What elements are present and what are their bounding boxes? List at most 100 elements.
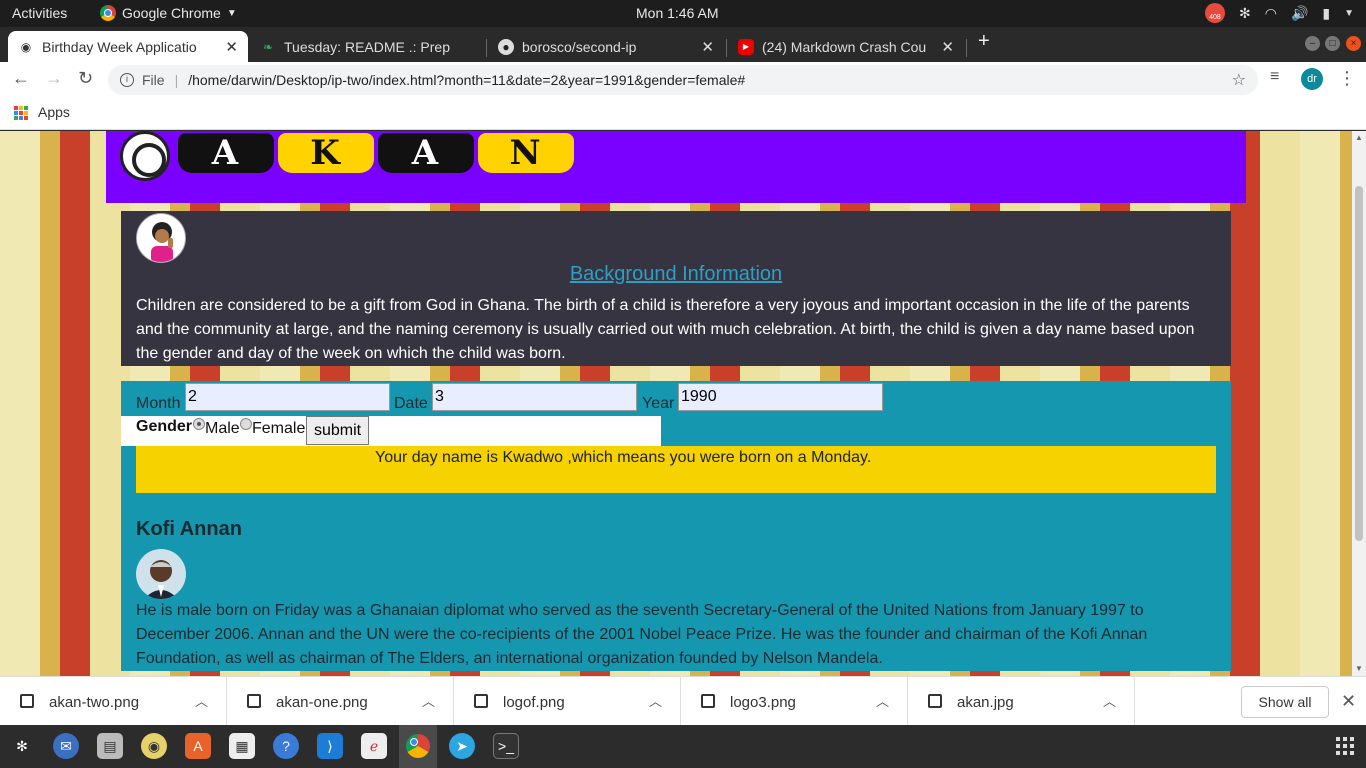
slack-icon[interactable]: ✻ (9, 733, 35, 759)
files-icon[interactable]: ▤ (97, 733, 123, 759)
browser-toolbar: ← → ↻ i File | /home/darwin/Desktop/ip-t… (0, 62, 1366, 96)
tab-title: Birthday Week Applicatio (42, 38, 197, 55)
new-tab-button[interactable]: + (978, 30, 990, 53)
tab-readme[interactable]: ❧ Tuesday: README .: Prep (250, 31, 486, 62)
software-center-icon[interactable]: A (185, 733, 211, 759)
menu-kebab-icon[interactable]: ⋮ (1338, 68, 1356, 89)
maximize-button[interactable]: □ (1325, 36, 1340, 51)
girl-avatar-image (136, 213, 186, 263)
info-icon[interactable]: i (120, 73, 134, 87)
download-item[interactable]: akan-one.png ︿ (227, 677, 454, 726)
back-arrow-icon[interactable]: ← (12, 68, 30, 89)
reload-icon[interactable]: ↻ (78, 68, 93, 89)
wifi-icon[interactable]: ◠ (1265, 5, 1277, 22)
system-tray[interactable]: 408 ✻ ◠ 🔊 ▮ ▼ (1204, 3, 1354, 23)
year-label: Year (642, 395, 675, 412)
apps-bookmark[interactable]: Apps (38, 104, 70, 120)
media-control-icon[interactable]: ≡ (1270, 68, 1279, 86)
tab-title: borosco/second-ip (522, 38, 637, 55)
file-icon (928, 694, 942, 708)
tab-github[interactable]: ● borosco/second-ip ✕ (488, 31, 724, 62)
scrollbar-thumb[interactable] (1355, 186, 1363, 541)
document-viewer-icon[interactable]: ▦ (229, 733, 255, 759)
month-input[interactable] (185, 383, 390, 411)
person-bio: He is male born on Friday was a Ghanaian… (136, 602, 1148, 667)
volume-icon[interactable]: 🔊 (1291, 5, 1308, 22)
chevron-up-icon[interactable]: ︿ (195, 691, 208, 710)
female-label: Female (252, 420, 306, 437)
male-radio[interactable] (193, 418, 205, 430)
screenshot-tool-icon[interactable]: ℯ (361, 733, 387, 759)
download-item[interactable]: akan.jpg ︿ (908, 677, 1135, 726)
scroll-down-arrow-icon[interactable]: ▼ (1355, 664, 1363, 673)
minimize-button[interactable]: – (1305, 36, 1320, 51)
thunderbird-icon[interactable]: ✉ (53, 733, 79, 759)
telegram-icon[interactable]: ➤ (449, 733, 475, 759)
close-icon[interactable]: ✕ (701, 38, 714, 56)
tab-birthday-week[interactable]: ◉ Birthday Week Applicatio ✕ (8, 31, 248, 62)
address-bar[interactable]: i File | /home/darwin/Desktop/ip-two/ind… (108, 65, 1258, 95)
close-icon[interactable]: ✕ (941, 38, 954, 56)
chevron-up-icon[interactable]: ︿ (422, 691, 435, 710)
close-icon[interactable]: ✕ (1341, 691, 1356, 712)
tab-strip: ◉ Birthday Week Applicatio ✕ ❧ Tuesday: … (0, 27, 1366, 62)
background-info-section: Background Information Children are cons… (121, 211, 1231, 366)
page-scrollbar[interactable]: ▲ ▼ (1352, 131, 1366, 676)
app-menu[interactable]: Google Chrome ▼ (100, 5, 237, 21)
close-window-button[interactable]: × (1346, 36, 1361, 51)
download-item[interactable]: akan-two.png ︿ (0, 677, 227, 726)
female-radio[interactable] (240, 418, 252, 430)
show-all-button[interactable]: Show all (1241, 686, 1329, 718)
show-applications-icon[interactable] (1336, 737, 1354, 755)
chrome-icon (100, 5, 116, 21)
system-top-bar: Activities Google Chrome ▼ Mon 1:46 AM 4… (0, 0, 1366, 27)
url-text[interactable]: /home/darwin/Desktop/ip-two/index.html?m… (188, 72, 745, 88)
akan-logo: A K A N (178, 133, 574, 173)
result-text: Your day name is Kwadwo ,which means you… (375, 449, 872, 466)
notification-badge[interactable]: 408 (1204, 3, 1225, 23)
year-input[interactable] (678, 383, 883, 411)
github-icon: ● (498, 38, 514, 55)
chevron-up-icon[interactable]: ︿ (876, 691, 889, 710)
chevron-up-icon[interactable]: ︿ (1103, 691, 1116, 710)
terminal-icon[interactable]: >_ (493, 733, 519, 759)
scroll-up-arrow-icon[interactable]: ▲ (1355, 133, 1363, 142)
close-icon[interactable]: ✕ (225, 38, 238, 56)
gender-row: Gender Male Female submit (121, 416, 661, 446)
chevron-down-icon[interactable]: ▼ (1344, 8, 1354, 19)
app-name: Google Chrome (122, 5, 221, 21)
forward-arrow-icon[interactable]: → (45, 68, 63, 89)
chrome-icon (406, 734, 430, 758)
chevron-down-icon: ▼ (226, 7, 237, 19)
background-info-text: Children are considered to be a gift fro… (136, 297, 1195, 362)
rhythmbox-icon[interactable]: ◉ (141, 733, 167, 759)
person-name: Kofi Annan (136, 518, 242, 540)
result-banner: Your day name is Kwadwo ,which means you… (136, 446, 1216, 493)
chrome-dock-icon[interactable] (405, 733, 431, 759)
background-info-link[interactable]: Background Information (121, 263, 1231, 286)
date-input[interactable] (432, 383, 637, 411)
download-filename: akan.jpg (957, 694, 1014, 711)
battery-icon[interactable]: ▮ (1322, 5, 1330, 22)
chevron-up-icon[interactable]: ︿ (649, 691, 662, 710)
apps-grid-icon[interactable] (14, 106, 28, 120)
youtube-icon: ▶ (738, 38, 754, 55)
gender-label: Gender (136, 418, 193, 435)
file-icon (20, 694, 34, 708)
submit-button[interactable]: submit (306, 416, 369, 445)
male-label: Male (205, 420, 240, 437)
star-icon[interactable]: ☆ (1232, 70, 1246, 90)
profile-avatar[interactable]: dr (1301, 68, 1323, 90)
bookmarks-bar: Apps (0, 96, 1366, 130)
slack-tray-icon[interactable]: ✻ (1239, 5, 1251, 22)
help-icon[interactable]: ? (273, 733, 299, 759)
download-filename: akan-two.png (49, 694, 140, 711)
download-item[interactable]: logof.png ︿ (454, 677, 681, 726)
activities-button[interactable]: Activities (12, 5, 67, 21)
download-item[interactable]: logo3.png ︿ (681, 677, 908, 726)
tab-youtube[interactable]: ▶ (24) Markdown Crash Cou ✕ (728, 31, 964, 62)
vscode-icon[interactable]: ⟩ (317, 733, 343, 759)
file-icon (474, 694, 488, 708)
clock[interactable]: Mon 1:46 AM (636, 5, 719, 21)
download-filename: logof.png (503, 694, 565, 711)
